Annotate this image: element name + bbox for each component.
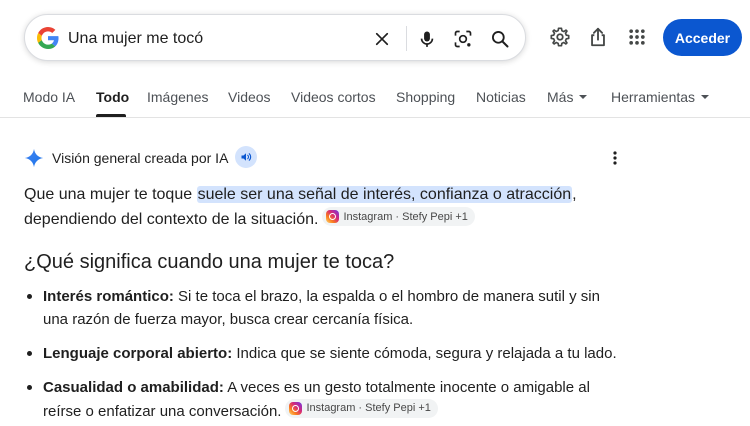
tab-mas-label: Más: [547, 89, 574, 105]
google-logo-icon: [37, 27, 59, 49]
active-tab-indicator: [96, 114, 126, 117]
bullet-list: Interés romántico: Si te toca el brazo, …: [24, 285, 624, 426]
tab-videos[interactable]: Videos: [228, 89, 271, 105]
instagram-icon: [289, 402, 303, 415]
ai-overview-title: Visión general creada por IA: [52, 150, 229, 166]
search-input[interactable]: [68, 28, 358, 50]
gemini-sparkle-icon: [24, 148, 44, 168]
tab-videos-cortos[interactable]: Videos cortos: [291, 89, 376, 105]
summary-text-start: Que una mujer te toque: [24, 186, 197, 203]
gear-icon[interactable]: [547, 24, 573, 50]
speaker-icon[interactable]: [235, 146, 257, 168]
more-options-icon[interactable]: [606, 148, 624, 168]
chevron-down-icon: [701, 95, 710, 100]
apps-grid-icon[interactable]: [624, 24, 650, 50]
instagram-icon: [326, 210, 340, 223]
chevron-down-icon: [579, 95, 588, 100]
tab-imagenes[interactable]: Imágenes: [147, 89, 208, 105]
source-chip[interactable]: Instagram · Stefy Pepi +1: [322, 207, 475, 226]
bullet-term: Casualidad o amabilidad:: [43, 379, 224, 396]
source-chip-label: Instagram · Stefy Pepi +1: [306, 402, 431, 414]
tab-shopping[interactable]: Shopping: [396, 89, 455, 105]
ai-overview-summary: Que una mujer te toque suele ser una señ…: [24, 183, 624, 232]
tab-todo[interactable]: Todo: [96, 89, 129, 105]
list-item: Lenguaje corporal abierto: Indica que se…: [24, 342, 624, 365]
tab-herramientas-label: Herramientas: [611, 89, 696, 105]
camera-lens-icon[interactable]: [450, 26, 476, 52]
bullet-text: Indica que se siente cómoda, segura y re…: [232, 345, 617, 362]
list-item: Interés romántico: Si te toca el brazo, …: [24, 285, 624, 331]
search-box[interactable]: [24, 14, 526, 61]
signin-button[interactable]: Acceder: [663, 19, 742, 56]
summary-highlight: suele ser una señal de interés, confianz…: [196, 186, 573, 203]
mic-icon[interactable]: [414, 26, 440, 52]
search-divider: [406, 26, 407, 51]
tab-noticias[interactable]: Noticias: [476, 89, 526, 105]
source-chip-label: Instagram · Stefy Pepi +1: [343, 210, 468, 223]
list-item: Casualidad o amabilidad: A veces es un g…: [24, 376, 624, 423]
search-icon[interactable]: [487, 26, 513, 52]
close-icon[interactable]: [369, 26, 395, 52]
bullet-term: Interés romántico:: [43, 288, 174, 305]
source-chip[interactable]: Instagram · Stefy Pepi +1: [285, 399, 438, 418]
share-icon[interactable]: [585, 24, 611, 50]
bullet-term: Lenguaje corporal abierto:: [43, 345, 233, 362]
header: Acceder: [0, 0, 750, 78]
ai-overview-header: Visión general creada por IA: [24, 146, 228, 170]
tab-modo-ia[interactable]: Modo IA: [23, 89, 75, 105]
tab-mas[interactable]: Más: [547, 89, 588, 105]
search-tabs: Modo IA Todo Imágenes Videos Videos cort…: [0, 78, 750, 118]
tab-herramientas[interactable]: Herramientas: [611, 89, 710, 105]
section-heading: ¿Qué significa cuando una mujer te toca?: [24, 251, 395, 273]
